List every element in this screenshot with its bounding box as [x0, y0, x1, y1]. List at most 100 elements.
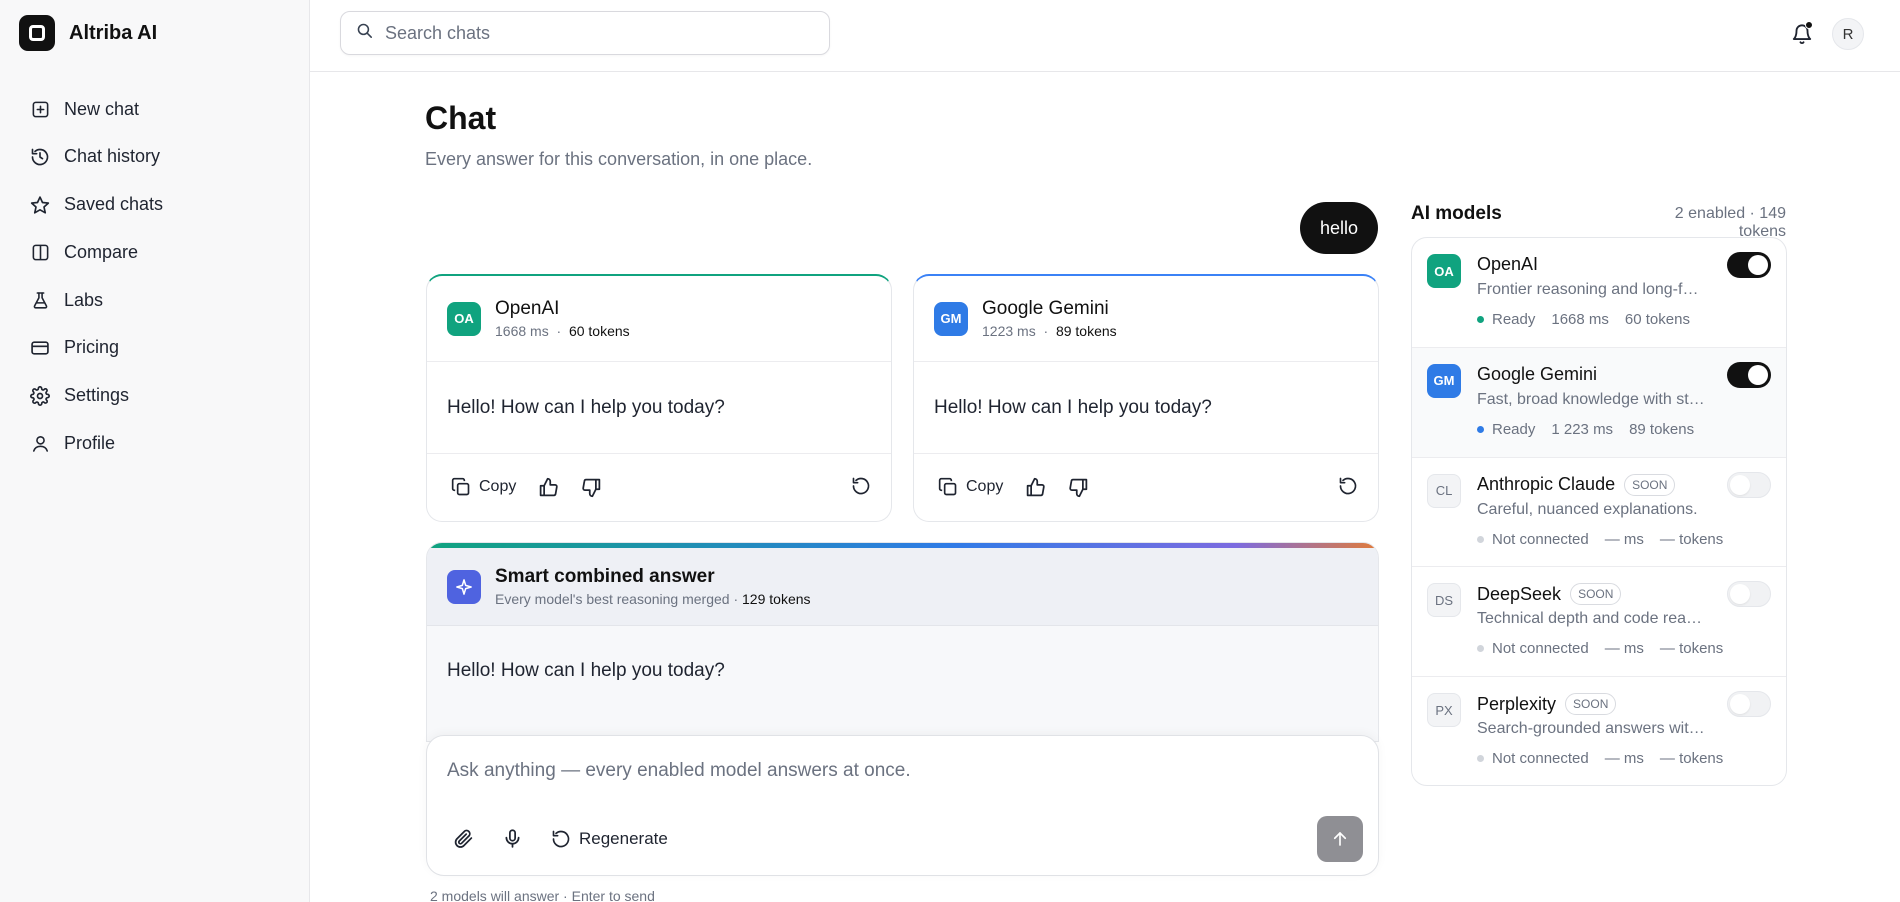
history-icon: [30, 147, 50, 167]
response-text: Hello! How can I help you today?: [427, 362, 891, 454]
copy-icon: [451, 477, 470, 496]
credit-card-icon: [30, 338, 50, 358]
composer-tools: Regenerate: [453, 828, 696, 849]
soon-badge: SOON: [1624, 473, 1676, 496]
sidebar-nav: New chat Chat history Saved chats Compar…: [18, 88, 293, 470]
sidebar-item-label: Profile: [64, 433, 116, 454]
copy-label: Copy: [966, 478, 1004, 495]
model-description: Technical depth and code reasoning.: [1477, 610, 1707, 628]
sidebar-item-new-chat[interactable]: New chat: [18, 88, 293, 130]
status-dot: [1477, 755, 1484, 763]
token-count: 89 tokens: [1055, 323, 1117, 339]
thumbs-down-button[interactable]: [581, 477, 602, 498]
smart-meta-text: Every model's best reasoning merged ·: [495, 591, 743, 607]
search-box[interactable]: [340, 11, 830, 55]
openai-badge-icon: OA: [1427, 254, 1461, 288]
top-bar: R: [310, 0, 1900, 72]
smart-meta: Every model's best reasoning merged · 12…: [495, 591, 811, 607]
model-description: Fast, broad knowledge with strong multim…: [1477, 390, 1707, 408]
star-icon: [30, 195, 50, 215]
smart-title: Smart combined answer: [495, 566, 715, 587]
latency: 1 223 ms: [1551, 420, 1614, 438]
latency: — ms: [1604, 750, 1644, 768]
copy-label: Copy: [479, 478, 517, 495]
status-text: Ready: [1492, 420, 1536, 438]
avatar[interactable]: R: [1832, 18, 1864, 50]
status-dot: [1477, 425, 1484, 433]
latency: — ms: [1604, 640, 1644, 658]
model-name: Google Gemini: [982, 298, 1109, 319]
model-name: Anthropic Claude SOON: [1477, 473, 1676, 496]
model-status: Not connected — ms — tokens: [1477, 750, 1739, 767]
status-text: Ready: [1492, 311, 1536, 328]
status-dot: [1477, 316, 1484, 323]
sidebar-item-label: Labs: [64, 289, 104, 310]
thumbs-down-icon: [1069, 478, 1088, 497]
sidebar-item-chat-history[interactable]: Chat history: [18, 136, 293, 178]
response-meta: 1223 ms · 89 tokens: [982, 323, 1117, 339]
copy-icon: [938, 477, 957, 496]
meta-separator: ·: [556, 323, 562, 339]
models-panel-title: AI models: [1411, 203, 1502, 224]
copy-button[interactable]: Copy: [451, 477, 516, 497]
sidebar-item-label: Compare: [64, 241, 139, 262]
model-toggle-claude[interactable]: [1727, 471, 1771, 498]
sidebar-item-saved-chats[interactable]: Saved chats: [18, 184, 293, 226]
perplexity-badge-icon: PX: [1427, 693, 1461, 728]
sidebar-item-labs[interactable]: Labs: [18, 279, 293, 321]
token-count: 129 tokens: [742, 591, 811, 607]
thumbs-up-button[interactable]: [1025, 477, 1046, 498]
token-count: — tokens: [1659, 750, 1724, 768]
regenerate-button[interactable]: Regenerate: [551, 829, 668, 849]
search-input[interactable]: [385, 22, 805, 44]
model-name: Google Gemini: [1477, 363, 1598, 384]
columns-icon: [30, 242, 50, 262]
microphone-button[interactable]: [502, 828, 523, 849]
regenerate-response-button[interactable]: [851, 476, 871, 501]
token-count: — tokens: [1659, 640, 1724, 658]
thumbs-up-button[interactable]: [538, 477, 559, 498]
attach-button[interactable]: [453, 828, 474, 849]
soon-badge: SOON: [1565, 693, 1617, 716]
message-input[interactable]: Ask anything — every enabled model answe…: [447, 760, 911, 782]
refresh-icon: [1339, 477, 1357, 495]
token-count: 60 tokens: [1624, 311, 1690, 328]
model-name: Perplexity SOON: [1477, 693, 1617, 716]
model-toggle-deepseek[interactable]: [1727, 581, 1771, 608]
regenerate-response-button[interactable]: [1338, 476, 1358, 501]
notifications-button[interactable]: [1788, 20, 1816, 48]
card-header: GM Google Gemini 1223 ms · 89 tokens: [914, 276, 1378, 362]
page-subtitle: Every answer for this conversation, in o…: [425, 149, 813, 169]
token-count: — tokens: [1659, 530, 1724, 548]
model-row-claude: CL Anthropic Claude SOON Careful, nuanced…: [1412, 458, 1786, 568]
model-description: Careful, nuanced explanations.: [1477, 500, 1698, 518]
model-toggle-openai[interactable]: [1727, 252, 1771, 278]
sidebar-item-profile[interactable]: Profile: [18, 423, 293, 465]
sidebar-item-pricing[interactable]: Pricing: [18, 327, 293, 369]
brand[interactable]: Altriba AI: [19, 15, 157, 51]
openai-badge-icon: OA: [447, 301, 481, 336]
model-row-deepseek: DS DeepSeek SOON Technical depth and code…: [1412, 567, 1786, 678]
thumbs-up-icon: [1027, 477, 1046, 496]
model-row-perplexity: PX Perplexity SOON Search-grounded answer…: [1412, 677, 1786, 785]
models-panel: OA OpenAI Frontier reasoning and long-fo…: [1411, 237, 1787, 786]
thumbs-up-icon: [540, 477, 559, 496]
sidebar-item-compare[interactable]: Compare: [18, 231, 293, 273]
combined-response-text: Hello! How can I help you today?: [447, 660, 725, 681]
status-text: Not connected: [1492, 640, 1589, 658]
latency: 1223 ms: [982, 323, 1036, 339]
sidebar-item-label: Chat history: [64, 146, 161, 167]
model-toggle-gemini[interactable]: [1727, 361, 1771, 388]
model-name: OpenAI: [1477, 254, 1539, 274]
send-button[interactable]: [1317, 816, 1363, 862]
thumbs-down-button[interactable]: [1068, 477, 1089, 498]
model-description: Frontier reasoning and long-form answers…: [1477, 281, 1707, 298]
sidebar-item-label: Pricing: [64, 337, 120, 358]
gemini-badge-icon: GM: [1427, 363, 1461, 398]
model-row-openai: OA OpenAI Frontier reasoning and long-fo…: [1412, 238, 1786, 348]
sidebar-item-settings[interactable]: Settings: [18, 375, 293, 417]
model-toggle-perplexity[interactable]: [1727, 691, 1771, 718]
copy-button[interactable]: Copy: [938, 477, 1003, 497]
app-name: Altriba AI: [69, 21, 158, 44]
sidebar: Altriba AI New chat Chat history Saved c…: [0, 0, 310, 902]
